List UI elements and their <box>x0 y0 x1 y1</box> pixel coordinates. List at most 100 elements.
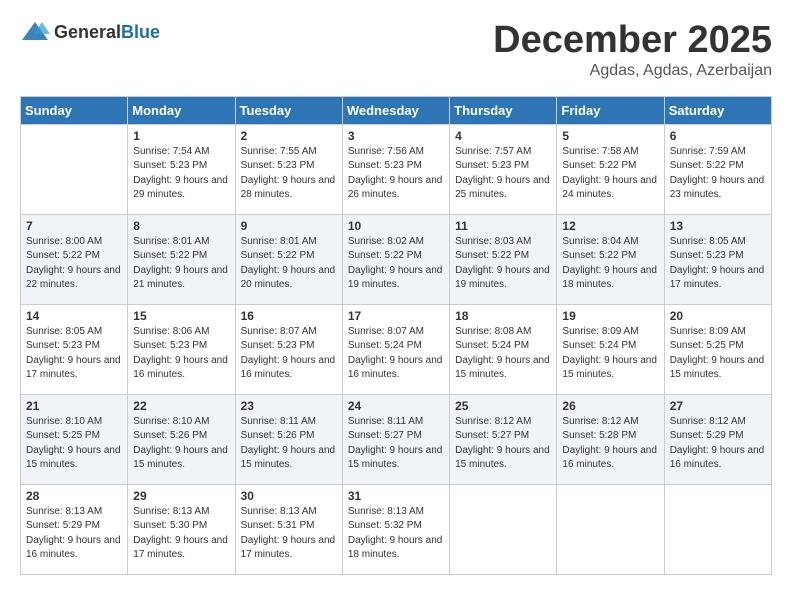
calendar-cell: 18 Sunrise: 8:08 AMSunset: 5:24 PMDayligh… <box>450 304 557 394</box>
calendar-week-3: 21 Sunrise: 8:10 AMSunset: 5:25 PMDayligh… <box>21 394 772 484</box>
day-number: 25 <box>455 399 551 413</box>
day-number: 16 <box>241 309 337 323</box>
calendar-body: 1 Sunrise: 7:54 AMSunset: 5:23 PMDaylight… <box>21 124 772 574</box>
day-info: Sunrise: 7:56 AMSunset: 5:23 PMDaylight:… <box>348 145 444 203</box>
calendar-week-0: 1 Sunrise: 7:54 AMSunset: 5:23 PMDaylight… <box>21 124 772 214</box>
day-number: 28 <box>26 489 122 503</box>
calendar-cell: 11 Sunrise: 8:03 AMSunset: 5:22 PMDayligh… <box>450 214 557 304</box>
day-info: Sunrise: 8:08 AMSunset: 5:24 PMDaylight:… <box>455 325 551 383</box>
day-number: 2 <box>241 129 337 143</box>
calendar-cell: 16 Sunrise: 8:07 AMSunset: 5:23 PMDayligh… <box>235 304 342 394</box>
calendar-cell: 4 Sunrise: 7:57 AMSunset: 5:23 PMDaylight… <box>450 124 557 214</box>
calendar-cell: 2Sunrise: 7:55 AMSunset: 5:23 PMDaylight… <box>235 124 342 214</box>
day-info: Sunrise: 8:09 AMSunset: 5:25 PMDaylight:… <box>670 325 766 383</box>
day-number: 1 <box>133 129 229 143</box>
calendar-cell <box>21 124 128 214</box>
calendar-table: SundayMondayTuesdayWednesdayThursdayFrid… <box>20 96 772 575</box>
calendar-cell: 3 Sunrise: 7:56 AMSunset: 5:23 PMDaylight… <box>342 124 449 214</box>
calendar-cell: 13 Sunrise: 8:05 AMSunset: 5:23 PMDayligh… <box>664 214 771 304</box>
header-friday: Friday <box>557 96 664 124</box>
calendar-cell: 31Sunrise: 8:13 AMSunset: 5:32 PMDayligh… <box>342 484 449 574</box>
day-info: Sunrise: 8:05 AMSunset: 5:23 PMDaylight:… <box>670 235 766 293</box>
day-info: Sunrise: 8:01 AMSunset: 5:22 PMDaylight:… <box>133 235 229 293</box>
logo-general: General <box>54 22 121 42</box>
day-number: 21 <box>26 399 122 413</box>
day-info: Sunrise: 8:12 AMSunset: 5:28 PMDaylight:… <box>562 415 658 473</box>
day-info: Sunrise: 8:06 AMSunset: 5:23 PMDaylight:… <box>133 325 229 383</box>
day-number: 5 <box>562 129 658 143</box>
calendar-cell: 28 Sunrise: 8:13 AMSunset: 5:29 PMDayligh… <box>21 484 128 574</box>
day-info: Sunrise: 8:09 AMSunset: 5:24 PMDaylight:… <box>562 325 658 383</box>
day-number: 12 <box>562 219 658 233</box>
calendar-cell: 14Sunrise: 8:05 AMSunset: 5:23 PMDayligh… <box>21 304 128 394</box>
header-wednesday: Wednesday <box>342 96 449 124</box>
day-number: 29 <box>133 489 229 503</box>
calendar-week-2: 14Sunrise: 8:05 AMSunset: 5:23 PMDayligh… <box>21 304 772 394</box>
calendar-week-4: 28 Sunrise: 8:13 AMSunset: 5:29 PMDayligh… <box>21 484 772 574</box>
calendar-cell: 10Sunrise: 8:02 AMSunset: 5:22 PMDayligh… <box>342 214 449 304</box>
day-info: Sunrise: 8:13 AMSunset: 5:32 PMDaylight:… <box>348 505 444 563</box>
day-info: Sunrise: 8:10 AMSunset: 5:25 PMDaylight:… <box>26 415 122 473</box>
day-info: Sunrise: 8:07 AMSunset: 5:23 PMDaylight:… <box>241 325 337 383</box>
day-number: 13 <box>670 219 766 233</box>
day-number: 23 <box>241 399 337 413</box>
day-number: 20 <box>670 309 766 323</box>
day-info: Sunrise: 8:03 AMSunset: 5:22 PMDaylight:… <box>455 235 551 293</box>
calendar-cell: 17 Sunrise: 8:07 AMSunset: 5:24 PMDayligh… <box>342 304 449 394</box>
day-info: Sunrise: 7:59 AMSunset: 5:22 PMDaylight:… <box>670 145 766 203</box>
calendar-cell: 21 Sunrise: 8:10 AMSunset: 5:25 PMDayligh… <box>21 394 128 484</box>
header-monday: Monday <box>128 96 235 124</box>
logo-icon <box>20 20 50 44</box>
day-number: 30 <box>241 489 337 503</box>
calendar-cell: 25Sunrise: 8:12 AMSunset: 5:27 PMDayligh… <box>450 394 557 484</box>
day-number: 17 <box>348 309 444 323</box>
day-info: Sunrise: 8:12 AMSunset: 5:29 PMDaylight:… <box>670 415 766 473</box>
day-number: 7 <box>26 219 122 233</box>
day-number: 11 <box>455 219 551 233</box>
calendar-header: SundayMondayTuesdayWednesdayThursdayFrid… <box>21 96 772 124</box>
day-info: Sunrise: 8:00 AMSunset: 5:22 PMDaylight:… <box>26 235 122 293</box>
logo-blue: Blue <box>121 22 160 42</box>
day-info: Sunrise: 7:58 AMSunset: 5:22 PMDaylight:… <box>562 145 658 203</box>
calendar-cell: 30 Sunrise: 8:13 AMSunset: 5:31 PMDayligh… <box>235 484 342 574</box>
day-info: Sunrise: 7:54 AMSunset: 5:23 PMDaylight:… <box>133 145 229 203</box>
calendar-cell: 15 Sunrise: 8:06 AMSunset: 5:23 PMDayligh… <box>128 304 235 394</box>
logo: GeneralBlue <box>20 20 160 44</box>
calendar-cell: 24 Sunrise: 8:11 AMSunset: 5:27 PMDayligh… <box>342 394 449 484</box>
calendar-cell <box>557 484 664 574</box>
day-number: 18 <box>455 309 551 323</box>
header-sunday: Sunday <box>21 96 128 124</box>
day-number: 24 <box>348 399 444 413</box>
day-info: Sunrise: 8:02 AMSunset: 5:22 PMDaylight:… <box>348 235 444 293</box>
day-info: Sunrise: 8:13 AMSunset: 5:31 PMDaylight:… <box>241 505 337 563</box>
day-number: 22 <box>133 399 229 413</box>
title-area: December 2025 Agdas, Agdas, Azerbaijan <box>493 20 772 80</box>
day-info: Sunrise: 8:13 AMSunset: 5:30 PMDaylight:… <box>133 505 229 563</box>
header-thursday: Thursday <box>450 96 557 124</box>
day-number: 27 <box>670 399 766 413</box>
calendar-cell <box>664 484 771 574</box>
day-number: 3 <box>348 129 444 143</box>
calendar-cell: 8 Sunrise: 8:01 AMSunset: 5:22 PMDaylight… <box>128 214 235 304</box>
calendar-cell: 23Sunrise: 8:11 AMSunset: 5:26 PMDayligh… <box>235 394 342 484</box>
day-number: 14 <box>26 309 122 323</box>
calendar-cell: 29 Sunrise: 8:13 AMSunset: 5:30 PMDayligh… <box>128 484 235 574</box>
day-number: 15 <box>133 309 229 323</box>
day-info: Sunrise: 8:10 AMSunset: 5:26 PMDaylight:… <box>133 415 229 473</box>
calendar-cell: 7 Sunrise: 8:00 AMSunset: 5:22 PMDaylight… <box>21 214 128 304</box>
calendar-cell: 12Sunrise: 8:04 AMSunset: 5:22 PMDayligh… <box>557 214 664 304</box>
day-number: 4 <box>455 129 551 143</box>
page-header: GeneralBlue December 2025 Agdas, Agdas, … <box>20 20 772 80</box>
day-number: 8 <box>133 219 229 233</box>
day-info: Sunrise: 8:07 AMSunset: 5:24 PMDaylight:… <box>348 325 444 383</box>
day-info: Sunrise: 7:57 AMSunset: 5:23 PMDaylight:… <box>455 145 551 203</box>
calendar-cell: 22 Sunrise: 8:10 AMSunset: 5:26 PMDayligh… <box>128 394 235 484</box>
day-number: 9 <box>241 219 337 233</box>
calendar-week-1: 7 Sunrise: 8:00 AMSunset: 5:22 PMDaylight… <box>21 214 772 304</box>
day-info: Sunrise: 8:01 AMSunset: 5:22 PMDaylight:… <box>241 235 337 293</box>
calendar-cell: 9 Sunrise: 8:01 AMSunset: 5:22 PMDaylight… <box>235 214 342 304</box>
day-info: Sunrise: 8:13 AMSunset: 5:29 PMDaylight:… <box>26 505 122 563</box>
calendar-cell: 26Sunrise: 8:12 AMSunset: 5:28 PMDayligh… <box>557 394 664 484</box>
month-title: December 2025 <box>493 20 772 62</box>
day-info: Sunrise: 8:11 AMSunset: 5:27 PMDaylight:… <box>348 415 444 473</box>
